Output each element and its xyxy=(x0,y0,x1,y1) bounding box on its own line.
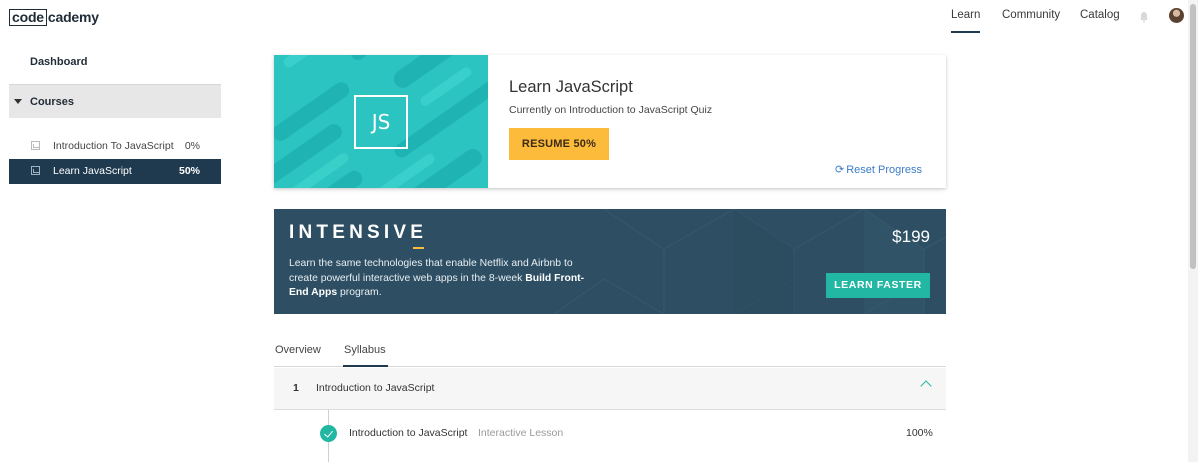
lesson-title[interactable]: Introduction to JavaScript xyxy=(349,427,467,439)
unit-title: Introduction to JavaScript xyxy=(316,382,435,394)
course-current-lesson: Currently on Introduction to JavaScript … xyxy=(509,104,713,116)
avatar[interactable] xyxy=(1169,8,1184,23)
reset-progress-label: Reset Progress xyxy=(846,164,922,176)
top-nav: code cademy Learn Community Catalog xyxy=(0,0,1186,34)
codecademy-logo[interactable]: code cademy xyxy=(9,8,99,26)
scrollbar-thumb[interactable] xyxy=(1190,4,1196,269)
nav-community[interactable]: Community xyxy=(1002,9,1060,21)
sidebar-dashboard[interactable]: Dashboard xyxy=(30,56,87,68)
page-scrollbar[interactable] xyxy=(1188,0,1198,462)
tab-syllabus[interactable]: Syllabus xyxy=(343,344,388,367)
learn-faster-button[interactable]: LEARN FASTER xyxy=(826,273,930,298)
intensive-banner: INTENSIVE Learn the same technologies th… xyxy=(274,209,946,314)
sidebar-courses-header[interactable]: Courses xyxy=(9,84,221,118)
lesson-progress: 100% xyxy=(906,427,933,439)
unit-number: 1 xyxy=(293,382,299,394)
logo-code: code xyxy=(9,8,47,26)
courses-label: Courses xyxy=(30,96,75,108)
resume-button[interactable]: RESUME 50% xyxy=(509,128,609,160)
reset-progress-link[interactable]: ⟳ Reset Progress xyxy=(835,163,922,176)
intensive-price: $199 xyxy=(892,227,930,246)
intensive-desc-end: program. xyxy=(340,287,382,298)
lesson-type: Interactive Lesson xyxy=(478,427,564,439)
check-icon xyxy=(320,425,337,442)
course-image-icon xyxy=(31,141,40,150)
sidebar-course-intro-js[interactable]: Introduction To JavaScript 0% xyxy=(9,134,221,159)
chevron-up-icon[interactable] xyxy=(920,380,932,392)
logo-cademy: cademy xyxy=(47,9,99,25)
course-tabs: Overview Syllabus xyxy=(274,340,946,367)
intensive-title: INTENSIVE xyxy=(289,222,428,249)
course-image-icon xyxy=(31,166,40,175)
tab-overview[interactable]: Overview xyxy=(275,344,321,356)
course-name: Introduction To JavaScript xyxy=(53,140,174,152)
refresh-icon: ⟳ xyxy=(834,164,845,176)
bell-icon[interactable] xyxy=(1138,10,1150,23)
nav-catalog[interactable]: Catalog xyxy=(1080,9,1120,21)
caret-down-icon xyxy=(14,99,22,104)
sidebar-course-learn-js[interactable]: Learn JavaScript 50% xyxy=(9,159,221,184)
course-percent: 0% xyxy=(184,140,200,152)
course-title: Learn JavaScript xyxy=(509,78,633,96)
syllabus-unit-header[interactable]: 1 Introduction to JavaScript xyxy=(274,368,946,410)
course-card: JS Learn JavaScript Currently on Introdu… xyxy=(274,55,946,188)
course-artwork: JS xyxy=(274,55,488,188)
js-badge: JS xyxy=(354,95,408,149)
intensive-description: Learn the same technologies that enable … xyxy=(289,257,589,301)
course-name: Learn JavaScript xyxy=(53,165,132,177)
course-percent: 50% xyxy=(178,165,200,177)
nav-learn[interactable]: Learn xyxy=(951,9,981,33)
